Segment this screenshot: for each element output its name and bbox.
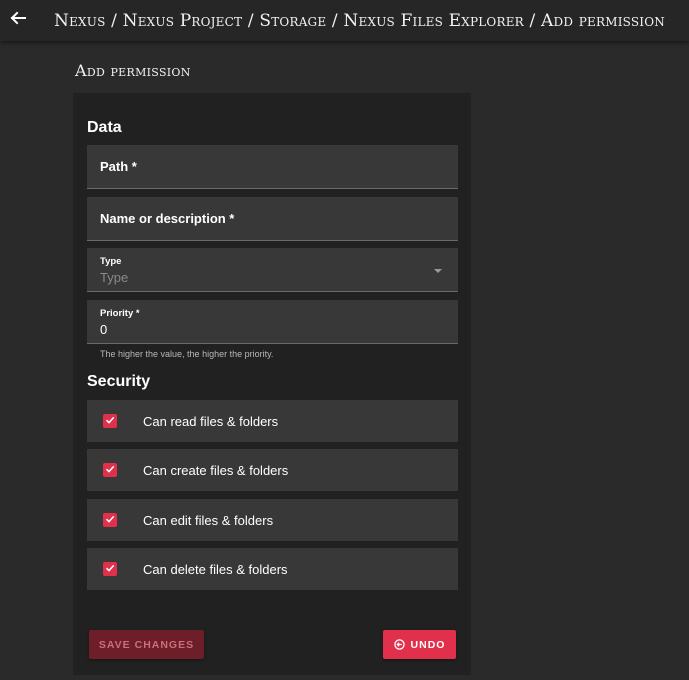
dropdown-arrow-icon [434, 269, 442, 273]
type-label: Type [100, 256, 122, 267]
checkmark-icon [105, 511, 115, 529]
breadcrumb: Nexus / Nexus Project / Storage / Nexus … [54, 10, 665, 31]
path-label: Path * [100, 159, 137, 174]
can-edit-label: Can edit files & folders [143, 512, 274, 528]
save-changes-button[interactable]: SAVE CHANGES [89, 630, 204, 659]
can-create-label: Can create files & folders [143, 462, 289, 478]
undo-button[interactable]: UNDO [383, 630, 456, 659]
type-select[interactable]: Type Type [87, 248, 458, 292]
security-section-title: Security [87, 373, 151, 390]
name-label: Name or description * [100, 211, 235, 226]
can-read-toggle[interactable]: Can read files & folders [87, 400, 458, 442]
type-placeholder: Type [100, 270, 129, 285]
priority-value: 0 [100, 322, 108, 337]
undo-label: UNDO [410, 638, 446, 651]
checkbox[interactable] [103, 463, 117, 477]
checkbox[interactable] [103, 513, 117, 527]
back-button[interactable] [0, 3, 36, 39]
priority-hint: The higher the value, the higher the pri… [100, 349, 274, 359]
name-field[interactable]: Name or description * [87, 197, 458, 241]
checkbox[interactable] [103, 414, 117, 428]
permission-form-card: Data Path * Name or description * Type T… [73, 93, 471, 675]
top-bar: Nexus / Nexus Project / Storage / Nexus … [0, 0, 689, 41]
can-delete-toggle[interactable]: Can delete files & folders [87, 548, 458, 590]
can-read-label: Can read files & folders [143, 413, 279, 429]
checkmark-icon [105, 560, 115, 578]
data-section-title: Data [87, 119, 122, 136]
checkbox[interactable] [103, 562, 117, 576]
undo-icon [393, 639, 405, 650]
checkmark-icon [105, 412, 115, 430]
can-create-toggle[interactable]: Can create files & folders [87, 449, 458, 491]
arrow-left-icon [10, 10, 26, 31]
path-field[interactable]: Path * [87, 145, 458, 189]
priority-field[interactable]: Priority * 0 [87, 300, 458, 344]
can-delete-label: Can delete files & folders [143, 561, 288, 577]
page-title: Add permission [75, 61, 191, 80]
priority-label: Priority * [100, 308, 140, 319]
checkmark-icon [105, 461, 115, 479]
can-edit-toggle[interactable]: Can edit files & folders [87, 499, 458, 541]
